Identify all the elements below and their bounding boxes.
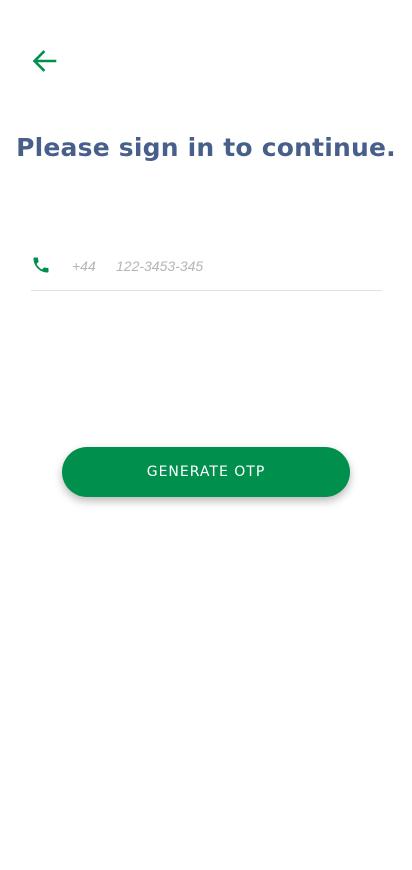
sign-in-screen: Please sign in to continue. +44 GENERATE… (0, 0, 412, 870)
country-code[interactable]: +44 (72, 258, 96, 274)
generate-otp-button[interactable]: GENERATE OTP (62, 447, 350, 497)
page-title: Please sign in to continue. (16, 133, 396, 162)
back-button[interactable] (26, 44, 62, 78)
arrow-left-icon (31, 49, 57, 73)
phone-icon (31, 255, 51, 275)
phone-field: +44 (31, 246, 382, 291)
phone-number-input[interactable] (116, 252, 366, 280)
